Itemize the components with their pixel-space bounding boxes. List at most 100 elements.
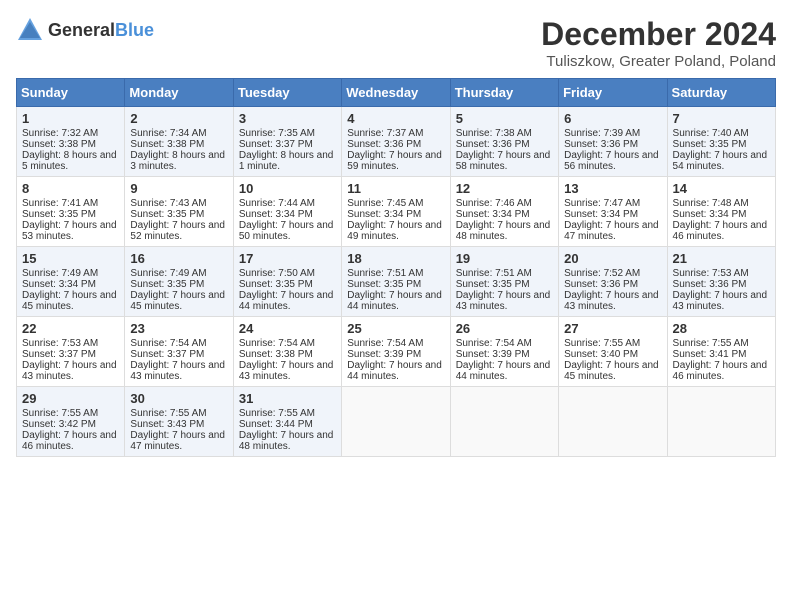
calendar-cell: 13Sunrise: 7:47 AMSunset: 3:34 PMDayligh… (559, 177, 667, 247)
daylight-text: Daylight: 7 hours and 58 minutes. (456, 150, 551, 172)
day-number: 11 (347, 181, 444, 196)
sunset-text: Sunset: 3:38 PM (22, 139, 96, 150)
sunrise-text: Sunrise: 7:54 AM (239, 338, 315, 349)
sunset-text: Sunset: 3:37 PM (22, 349, 96, 360)
sunset-text: Sunset: 3:44 PM (239, 419, 313, 430)
daylight-text: Daylight: 8 hours and 5 minutes. (22, 150, 117, 172)
logo-blue: Blue (115, 20, 154, 40)
daylight-text: Daylight: 7 hours and 44 minutes. (456, 360, 551, 382)
title-area: December 2024 Tuliszkow, Greater Poland,… (541, 16, 776, 70)
sunrise-text: Sunrise: 7:55 AM (130, 408, 206, 419)
sunrise-text: Sunrise: 7:37 AM (347, 128, 423, 139)
calendar-cell: 5Sunrise: 7:38 AMSunset: 3:36 PMDaylight… (450, 107, 558, 177)
weekday-header-wednesday: Wednesday (342, 79, 450, 107)
daylight-text: Daylight: 7 hours and 46 minutes. (673, 220, 768, 242)
sunrise-text: Sunrise: 7:51 AM (347, 268, 423, 279)
daylight-text: Daylight: 7 hours and 53 minutes. (22, 220, 117, 242)
day-number: 16 (130, 251, 227, 266)
calendar-cell: 26Sunrise: 7:54 AMSunset: 3:39 PMDayligh… (450, 317, 558, 387)
calendar-cell: 12Sunrise: 7:46 AMSunset: 3:34 PMDayligh… (450, 177, 558, 247)
day-number: 19 (456, 251, 553, 266)
day-number: 10 (239, 181, 336, 196)
sunset-text: Sunset: 3:36 PM (347, 139, 421, 150)
sunset-text: Sunset: 3:35 PM (130, 279, 204, 290)
weekday-header-tuesday: Tuesday (233, 79, 341, 107)
day-number: 31 (239, 391, 336, 406)
sunrise-text: Sunrise: 7:34 AM (130, 128, 206, 139)
sunrise-text: Sunrise: 7:49 AM (22, 268, 98, 279)
sunrise-text: Sunrise: 7:51 AM (456, 268, 532, 279)
day-number: 7 (673, 111, 770, 126)
sunrise-text: Sunrise: 7:40 AM (673, 128, 749, 139)
calendar-cell: 16Sunrise: 7:49 AMSunset: 3:35 PMDayligh… (125, 247, 233, 317)
calendar-cell: 18 Sunrise: 7:51 AMSunset: 3:35 PMDayligh… (342, 247, 450, 317)
sunrise-text: Sunrise: 7:55 AM (22, 408, 98, 419)
sunset-text: Sunset: 3:37 PM (239, 139, 313, 150)
calendar-cell: 19Sunrise: 7:51 AMSunset: 3:35 PMDayligh… (450, 247, 558, 317)
day-number: 3 (239, 111, 336, 126)
calendar-week-row: 29Sunrise: 7:55 AMSunset: 3:42 PMDayligh… (17, 387, 776, 457)
daylight-text: Daylight: 7 hours and 54 minutes. (673, 150, 768, 172)
calendar-table: SundayMondayTuesdayWednesdayThursdayFrid… (16, 78, 776, 457)
daylight-text: Daylight: 7 hours and 47 minutes. (564, 220, 659, 242)
day-number: 4 (347, 111, 444, 126)
day-number: 22 (22, 321, 119, 336)
sunset-text: Sunset: 3:35 PM (22, 209, 96, 220)
daylight-text: Daylight: 7 hours and 44 minutes. (347, 290, 442, 312)
daylight-text: Daylight: 7 hours and 43 minutes. (239, 360, 334, 382)
day-number: 25 (347, 321, 444, 336)
sunrise-text: Sunrise: 7:52 AM (564, 268, 640, 279)
day-number: 26 (456, 321, 553, 336)
calendar-cell: 22Sunrise: 7:53 AMSunset: 3:37 PMDayligh… (17, 317, 125, 387)
day-number: 27 (564, 321, 661, 336)
sunrise-text: Sunrise: 7:50 AM (239, 268, 315, 279)
sunset-text: Sunset: 3:34 PM (564, 209, 638, 220)
calendar-week-row: 1Sunrise: 7:32 AMSunset: 3:38 PMDaylight… (17, 107, 776, 177)
daylight-text: Daylight: 8 hours and 3 minutes. (130, 150, 225, 172)
daylight-text: Daylight: 7 hours and 59 minutes. (347, 150, 442, 172)
day-number: 1 (22, 111, 119, 126)
calendar-cell: 6Sunrise: 7:39 AMSunset: 3:36 PMDaylight… (559, 107, 667, 177)
main-title: December 2024 (541, 16, 776, 53)
calendar-cell: 14Sunrise: 7:48 AMSunset: 3:34 PMDayligh… (667, 177, 775, 247)
calendar-cell: 9Sunrise: 7:43 AMSunset: 3:35 PMDaylight… (125, 177, 233, 247)
sunset-text: Sunset: 3:35 PM (347, 279, 421, 290)
sunset-text: Sunset: 3:35 PM (130, 209, 204, 220)
calendar-cell: 10Sunrise: 7:44 AMSunset: 3:34 PMDayligh… (233, 177, 341, 247)
header: GeneralBlue December 2024 Tuliszkow, Gre… (16, 16, 776, 70)
calendar-week-row: 15Sunrise: 7:49 AMSunset: 3:34 PMDayligh… (17, 247, 776, 317)
calendar-cell (667, 387, 775, 457)
sunset-text: Sunset: 3:36 PM (564, 279, 638, 290)
calendar-week-row: 22Sunrise: 7:53 AMSunset: 3:37 PMDayligh… (17, 317, 776, 387)
day-number: 6 (564, 111, 661, 126)
sunrise-text: Sunrise: 7:49 AM (130, 268, 206, 279)
subtitle: Tuliszkow, Greater Poland, Poland (541, 53, 776, 70)
logo-general: General (48, 20, 115, 40)
daylight-text: Daylight: 8 hours and 1 minute. (239, 150, 334, 172)
sunset-text: Sunset: 3:38 PM (239, 349, 313, 360)
day-number: 18 (347, 251, 444, 266)
weekday-header-row: SundayMondayTuesdayWednesdayThursdayFrid… (17, 79, 776, 107)
day-number: 21 (673, 251, 770, 266)
daylight-text: Daylight: 7 hours and 45 minutes. (22, 290, 117, 312)
sunrise-text: Sunrise: 7:38 AM (456, 128, 532, 139)
day-number: 12 (456, 181, 553, 196)
calendar-cell: 8Sunrise: 7:41 AMSunset: 3:35 PMDaylight… (17, 177, 125, 247)
daylight-text: Daylight: 7 hours and 44 minutes. (347, 360, 442, 382)
daylight-text: Daylight: 7 hours and 47 minutes. (130, 430, 225, 452)
calendar-cell: 4 Sunrise: 7:37 AMSunset: 3:36 PMDaylight… (342, 107, 450, 177)
day-number: 24 (239, 321, 336, 336)
daylight-text: Daylight: 7 hours and 45 minutes. (564, 360, 659, 382)
sunset-text: Sunset: 3:34 PM (456, 209, 530, 220)
sunset-text: Sunset: 3:36 PM (564, 139, 638, 150)
calendar-cell: 7Sunrise: 7:40 AMSunset: 3:35 PMDaylight… (667, 107, 775, 177)
sunrise-text: Sunrise: 7:54 AM (130, 338, 206, 349)
calendar-cell (450, 387, 558, 457)
sunset-text: Sunset: 3:34 PM (239, 209, 313, 220)
sunrise-text: Sunrise: 7:48 AM (673, 198, 749, 209)
sunset-text: Sunset: 3:36 PM (673, 279, 747, 290)
sunrise-text: Sunrise: 7:44 AM (239, 198, 315, 209)
day-number: 17 (239, 251, 336, 266)
sunrise-text: Sunrise: 7:54 AM (456, 338, 532, 349)
sunrise-text: Sunrise: 7:55 AM (673, 338, 749, 349)
